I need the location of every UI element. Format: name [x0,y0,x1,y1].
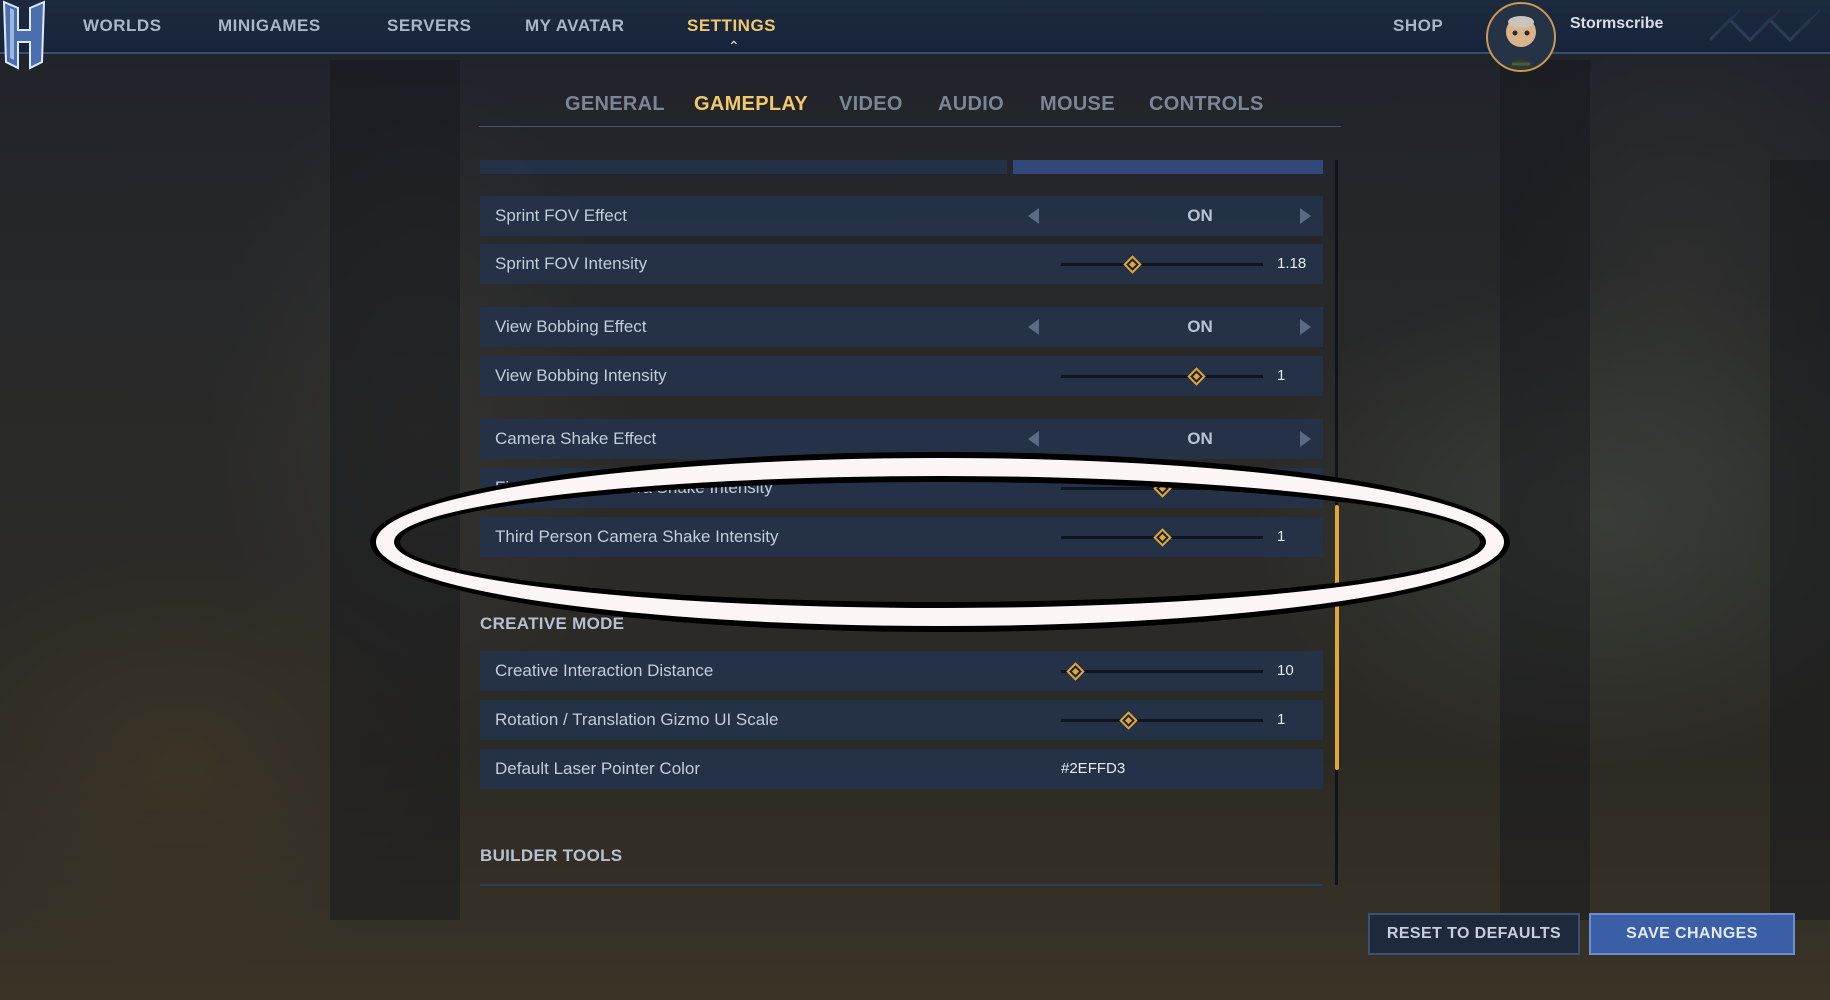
tab-audio[interactable]: AUDIO [938,93,1004,116]
settings-row-first-person-shake-intensity: First Person Camera Shake Intensity 1 [480,468,1323,508]
chevron-up-icon: ⌃ [728,38,740,54]
setting-label: Sprint FOV Intensity [495,254,648,273]
color-value-field[interactable]: #2EFFD3 [1061,760,1125,777]
nav-settings[interactable]: SETTINGS [687,16,776,36]
scrollbar-thumb[interactable] [1335,505,1339,770]
slider-track[interactable] [1061,479,1263,498]
slider-track[interactable] [1061,711,1263,730]
slider-track[interactable] [1061,255,1263,274]
arrow-left-icon[interactable] [1028,431,1039,447]
tab-video[interactable]: VIDEO [839,93,903,116]
username: Stormscribe [1570,15,1664,32]
avatar[interactable] [1486,2,1556,72]
slider-value: 1 [1277,528,1286,545]
reset-to-defaults-button[interactable]: RESET TO DEFAULTS [1368,913,1580,955]
toggle-value: ON [1187,317,1213,336]
tabs-divider [479,126,1341,127]
setting-label: View Bobbing Effect [495,317,647,336]
settings-row-third-person-shake-intensity: Third Person Camera Shake Intensity 1 [480,517,1323,557]
decorative-pattern-icon [1708,9,1821,43]
settings-row-camera-shake-effect: Camera Shake Effect ON [480,419,1323,459]
setting-label: Rotation / Translation Gizmo UI Scale [495,710,779,729]
slider-thumb-icon[interactable] [1153,528,1172,547]
settings-row-gizmo-ui-scale: Rotation / Translation Gizmo UI Scale 1 [480,700,1323,740]
slider-track[interactable] [1061,528,1263,547]
nav-worlds[interactable]: WORLDS [83,16,162,36]
section-title-builder-tools: BUILDER TOOLS [480,846,623,865]
slider-thumb-icon[interactable] [1187,367,1207,386]
setting-label: Sprint FOV Effect [495,206,627,225]
settings-row-partial [480,160,1007,174]
toggle-value: ON [1187,429,1213,448]
toggle-value: ON [1187,206,1213,225]
section-title-creative-mode: CREATIVE MODE [480,614,625,633]
arrow-left-icon[interactable] [1028,208,1039,224]
setting-label: Default Laser Pointer Color [495,759,701,778]
setting-label: Camera Shake Effect [495,429,657,448]
top-nav-bar: WORLDS MINIGAMES SERVERS MY AVATAR SETTI… [0,0,1830,72]
settings-row-partial-value [1013,160,1323,174]
settings-row-creative-interaction-distance: Creative Interaction Distance 10 [480,651,1323,691]
settings-row-laser-pointer-color[interactable]: Default Laser Pointer Color #2EFFD3 [480,749,1323,789]
arrow-left-icon[interactable] [1028,319,1039,335]
settings-row-sprint-fov-effect: Sprint FOV Effect ON [480,196,1323,236]
background-pillar [1770,160,1830,920]
arrow-right-icon[interactable] [1300,319,1311,335]
setting-label: Creative Interaction Distance [495,661,714,680]
avatar-face-icon [1506,16,1536,70]
setting-label: First Person Camera Shake Intensity [495,478,773,497]
nav-shop[interactable]: SHOP [1393,16,1443,36]
setting-label: Third Person Camera Shake Intensity [495,527,779,546]
tab-general[interactable]: GENERAL [565,93,665,116]
arrow-right-icon[interactable] [1300,431,1311,447]
slider-track[interactable] [1061,662,1263,681]
slider-thumb-icon[interactable] [1153,479,1172,498]
save-changes-button[interactable]: SAVE CHANGES [1589,913,1795,955]
slider-thumb-icon[interactable] [1122,255,1142,274]
slider-value: 1 [1277,479,1286,496]
settings-row-sprint-fov-intensity: Sprint FOV Intensity 1.18 [480,244,1323,284]
tab-gameplay[interactable]: GAMEPLAY [694,93,808,116]
slider-value: 10 [1277,662,1294,679]
nav-servers[interactable]: SERVERS [387,16,471,36]
slider-thumb-icon[interactable] [1066,662,1085,681]
tab-controls[interactable]: CONTROLS [1149,93,1264,116]
settings-row-view-bobbing-intensity: View Bobbing Intensity 1 [480,356,1323,396]
background-pillar [1500,60,1590,920]
setting-label: View Bobbing Intensity [495,366,667,385]
slider-value: 1.18 [1277,255,1307,272]
slider-thumb-icon[interactable] [1118,711,1138,730]
arrow-right-icon[interactable] [1300,208,1311,224]
slider-track[interactable] [1061,367,1263,386]
hytale-logo-icon[interactable] [0,0,50,72]
nav-minigames[interactable]: MINIGAMES [218,16,321,36]
nav-my-avatar[interactable]: MY AVATAR [525,16,625,36]
tab-mouse[interactable]: MOUSE [1040,93,1115,116]
builder-tools-divider [480,884,1323,886]
settings-row-view-bobbing-effect: View Bobbing Effect ON [480,307,1323,347]
background-pillar [330,60,460,920]
slider-value: 1 [1277,367,1286,384]
slider-value: 1 [1277,711,1286,728]
